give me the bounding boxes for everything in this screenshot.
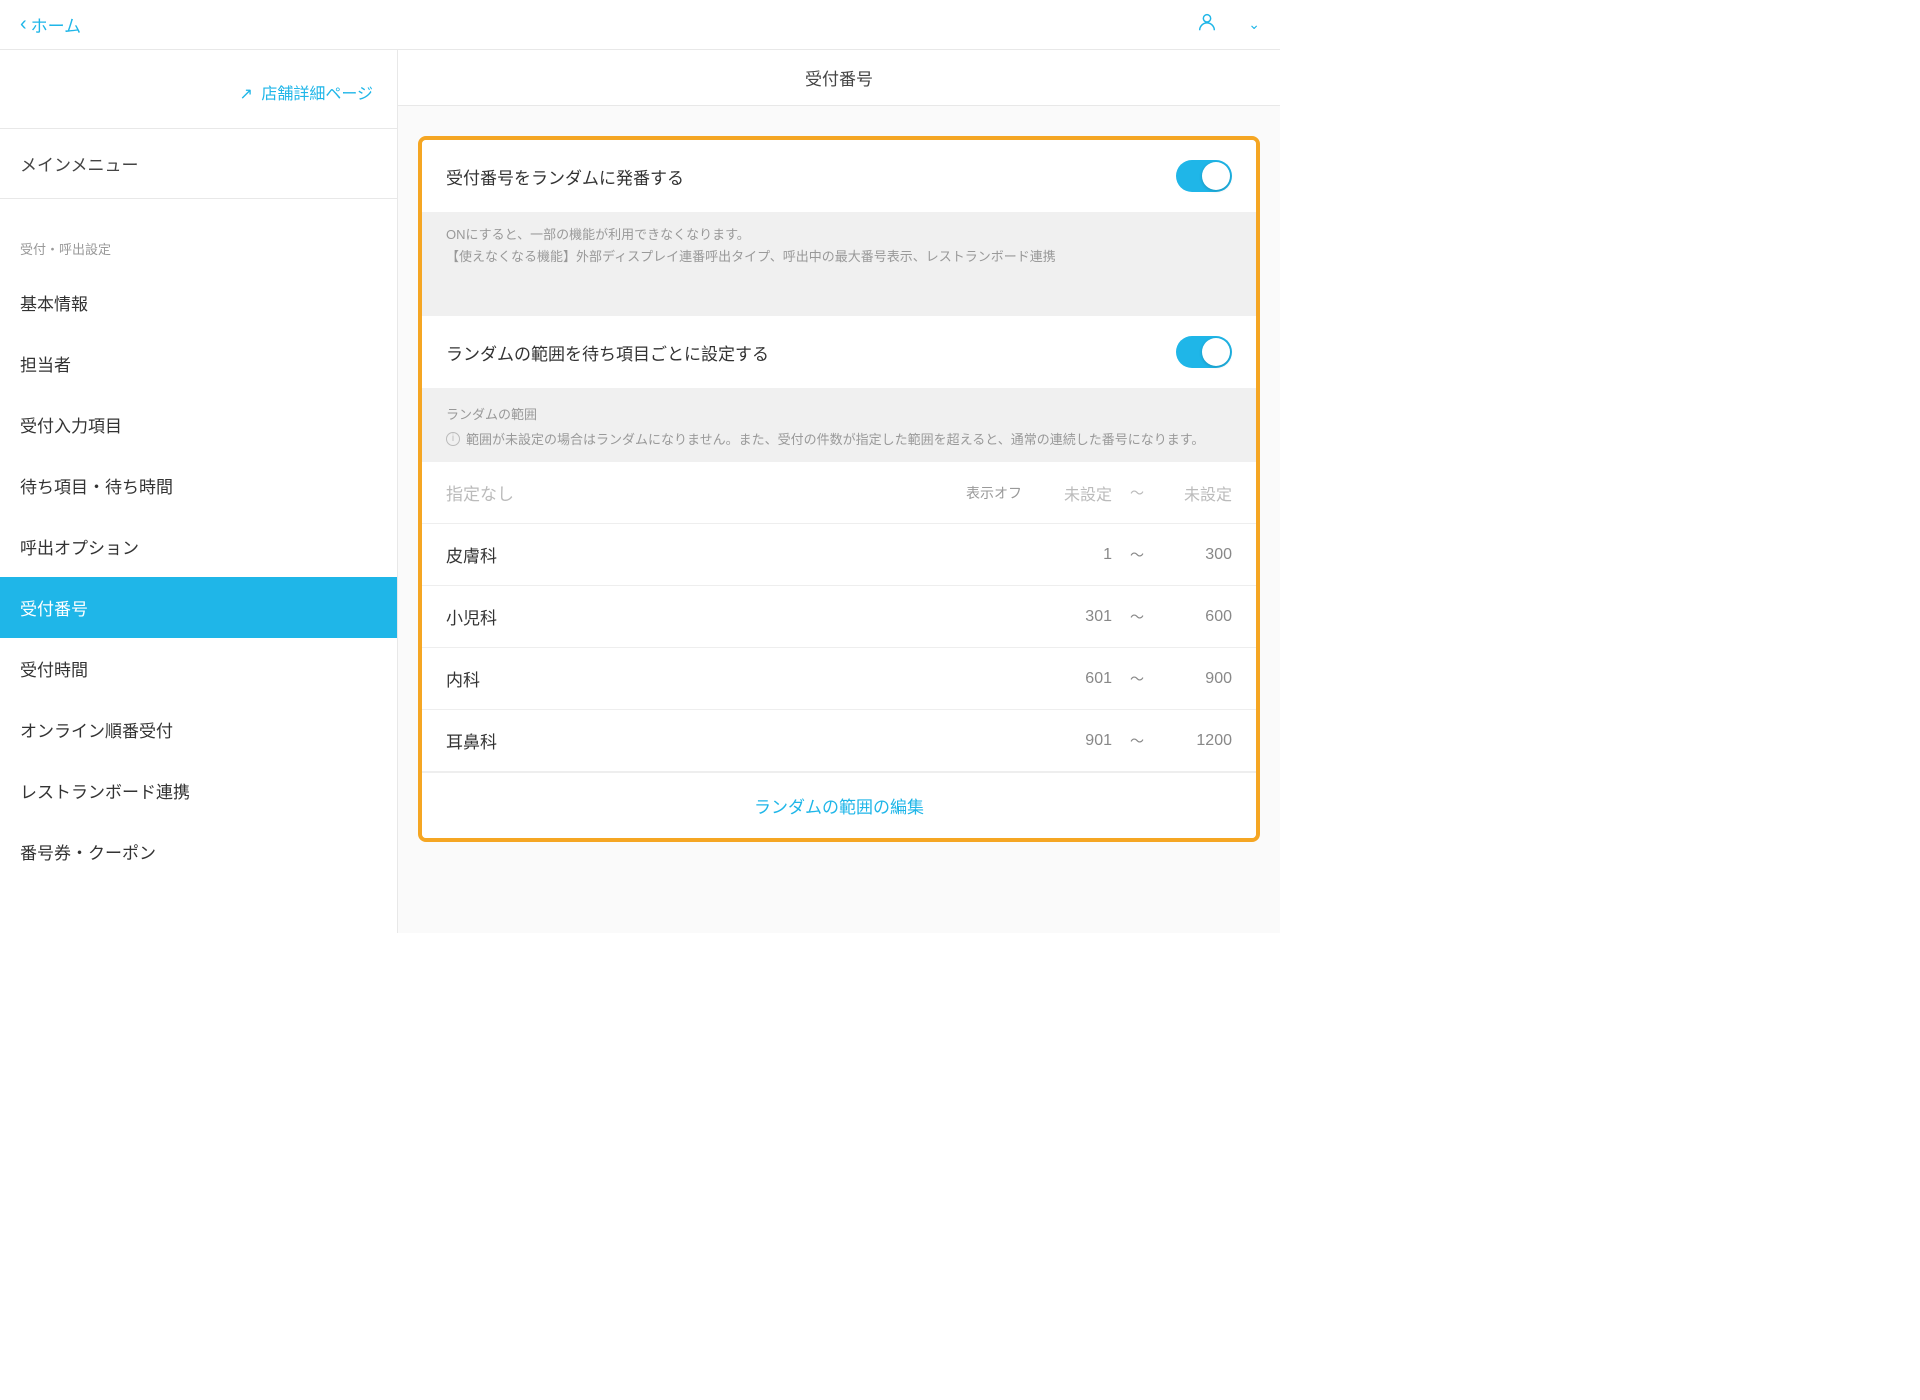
chevron-left-icon: ‹ xyxy=(20,13,27,36)
sidebar-item-wait-items[interactable]: 待ち項目・待ち時間 xyxy=(0,455,397,516)
sidebar-item-basic-info[interactable]: 基本情報 xyxy=(0,272,397,333)
range-row-min: 301 xyxy=(1042,608,1112,626)
range-row-name: 小児科 xyxy=(446,604,1042,629)
random-issue-desc: ONにすると、一部の機能が利用できなくなります。 【使えなくなる機能】外部ディス… xyxy=(422,212,1256,286)
random-issue-toggle[interactable] xyxy=(1176,160,1232,192)
range-row-name: 内科 xyxy=(446,666,1042,691)
sidebar-section-label: 受付・呼出設定 xyxy=(0,199,397,272)
range-row-max: 900 xyxy=(1162,670,1232,688)
edit-range-link[interactable]: ランダムの範囲の編集 xyxy=(422,772,1256,838)
random-issue-row: 受付番号をランダムに発番する xyxy=(422,140,1256,212)
shop-detail-link[interactable]: ↗ 店舗詳細ページ xyxy=(0,50,397,129)
range-row-name: 耳鼻科 xyxy=(446,728,1042,753)
per-item-range-toggle[interactable] xyxy=(1176,336,1232,368)
range-row-internal-medicine[interactable]: 内科 601 〜 900 xyxy=(422,648,1256,710)
range-row-pediatrics[interactable]: 小児科 301 〜 600 xyxy=(422,586,1256,648)
chevron-down-icon[interactable]: ⌄ xyxy=(1248,16,1260,33)
sidebar-item-ticket-coupon[interactable]: 番号券・クーポン xyxy=(0,821,397,882)
range-section-header: ランダムの範囲 xyxy=(422,388,1256,429)
sidebar-item-reception-time[interactable]: 受付時間 xyxy=(0,638,397,699)
range-row-off-label: 表示オフ xyxy=(966,483,1022,503)
range-row-unspecified[interactable]: 指定なし 表示オフ 未設定 〜 未設定 xyxy=(422,462,1256,524)
sidebar-item-staff[interactable]: 担当者 xyxy=(0,333,397,394)
range-section-note: i 範囲が未設定の場合はランダムになりません。また、受付の件数が指定した範囲を超… xyxy=(422,429,1256,462)
highlight-frame: 受付番号をランダムに発番する ONにすると、一部の機能が利用できなくなります。 … xyxy=(418,136,1260,842)
back-link[interactable]: ‹ ホーム xyxy=(20,12,81,37)
range-row-max: 300 xyxy=(1162,546,1232,564)
topbar: ‹ ホーム ⌄ xyxy=(0,0,1280,50)
range-row-min: 未設定 xyxy=(1042,481,1112,505)
sidebar-item-online-queue[interactable]: オンライン順番受付 xyxy=(0,699,397,760)
sidebar: ↗ 店舗詳細ページ メインメニュー 受付・呼出設定 基本情報 担当者 受付入力項… xyxy=(0,50,398,933)
tilde-icon: 〜 xyxy=(1112,669,1162,689)
tilde-icon: 〜 xyxy=(1112,483,1162,503)
info-icon: i xyxy=(446,432,460,446)
range-row-min: 1 xyxy=(1042,546,1112,564)
range-row-max: 1200 xyxy=(1162,732,1232,750)
range-row-max: 未設定 xyxy=(1162,481,1232,505)
shop-detail-label: 店舗詳細ページ xyxy=(261,86,373,103)
content-title: 受付番号 xyxy=(398,50,1280,106)
random-issue-label: 受付番号をランダムに発番する xyxy=(446,164,684,189)
sidebar-item-reception-number[interactable]: 受付番号 xyxy=(0,577,397,638)
per-item-range-label: ランダムの範囲を待ち項目ごとに設定する xyxy=(446,340,769,365)
back-label: ホーム xyxy=(31,12,82,37)
external-link-icon: ↗ xyxy=(239,86,252,103)
per-item-range-row: ランダムの範囲を待ち項目ごとに設定する xyxy=(422,316,1256,388)
tilde-icon: 〜 xyxy=(1112,545,1162,565)
range-row-name: 皮膚科 xyxy=(446,542,1042,567)
content: 受付番号 受付番号をランダムに発番する ONにすると、一部の機能が利用できなくな… xyxy=(398,50,1280,933)
range-row-max: 600 xyxy=(1162,608,1232,626)
sidebar-item-restaurant-board[interactable]: レストランボード連携 xyxy=(0,760,397,821)
range-row-ent[interactable]: 耳鼻科 901 〜 1200 xyxy=(422,710,1256,772)
range-row-name: 指定なし xyxy=(446,480,966,505)
tilde-icon: 〜 xyxy=(1112,607,1162,627)
range-row-dermatology[interactable]: 皮膚科 1 〜 300 xyxy=(422,524,1256,586)
tilde-icon: 〜 xyxy=(1112,731,1162,751)
sidebar-item-call-options[interactable]: 呼出オプション xyxy=(0,516,397,577)
sidebar-item-input-fields[interactable]: 受付入力項目 xyxy=(0,394,397,455)
range-row-min: 601 xyxy=(1042,670,1112,688)
main-menu-label[interactable]: メインメニュー xyxy=(0,129,397,199)
user-icon[interactable] xyxy=(1196,11,1218,38)
topbar-right: ⌄ xyxy=(1196,11,1260,38)
range-row-min: 901 xyxy=(1042,732,1112,750)
